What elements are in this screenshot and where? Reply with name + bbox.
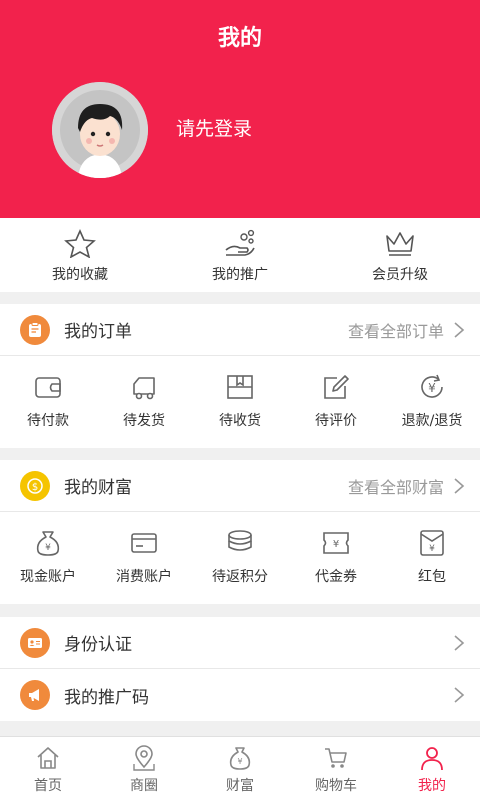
pending-points-label: 待返积分 — [212, 569, 268, 585]
refund-return-label: 退款/退货 — [401, 413, 463, 429]
money-bag-icon: ¥ — [36, 531, 60, 556]
pending-receipt-label: 待收货 — [219, 413, 261, 429]
wallet-icon — [35, 377, 61, 398]
orders-header[interactable]: 我的订单 查看全部订单 — [0, 304, 480, 356]
package-icon — [227, 375, 253, 399]
megaphone-icon — [20, 680, 50, 710]
voucher-button[interactable]: ¥ 代金券 — [288, 512, 384, 604]
orders-grid: 待付款 待发货 待收货 待评价 ¥ 退款/退货 — [0, 356, 480, 448]
clipboard-icon — [20, 314, 50, 345]
id-card-icon — [20, 627, 50, 658]
identity-verification-label: 身份认证 — [64, 635, 132, 655]
cart-icon — [325, 748, 347, 768]
tab-business[interactable]: 商圈 — [96, 737, 192, 800]
cash-account-button[interactable]: ¥ 现金账户 — [0, 512, 96, 604]
pending-payment-button[interactable]: 待付款 — [0, 356, 96, 448]
refund-icon: ¥ — [421, 374, 443, 398]
avatar[interactable] — [52, 82, 148, 178]
favorites-button[interactable]: 我的收藏 — [0, 218, 160, 292]
all-orders-link[interactable]: 查看全部订单 — [348, 318, 444, 342]
cash-account-label: 现金账户 — [20, 569, 76, 585]
profile-header: 我的 请先登录 — [0, 0, 480, 218]
chevron-right-icon — [454, 321, 465, 338]
member-upgrade-button[interactable]: 会员升级 — [320, 218, 480, 292]
consumption-account-label: 消费账户 — [116, 569, 172, 585]
svg-text:¥: ¥ — [45, 543, 51, 553]
pending-review-button[interactable]: 待评价 — [288, 356, 384, 448]
chevron-right-icon — [454, 634, 465, 651]
wealth-header[interactable]: $ 我的财富 查看全部财富 — [0, 460, 480, 512]
money-bag-icon: ¥ — [229, 747, 251, 770]
login-prompt[interactable]: 请先登录 — [176, 114, 252, 141]
pending-shipment-button[interactable]: 待发货 — [96, 356, 192, 448]
pending-payment-label: 待付款 — [27, 413, 69, 429]
pending-shipment-label: 待发货 — [123, 413, 165, 429]
tab-mine-label: 我的 — [418, 778, 446, 794]
tab-cart[interactable]: 购物车 — [288, 737, 384, 800]
quick-actions: 我的收藏 我的推广 会员升级 — [0, 218, 480, 292]
tab-mine[interactable]: 我的 — [384, 737, 480, 800]
coin-stack-icon — [228, 530, 252, 551]
pending-review-label: 待评价 — [315, 413, 357, 429]
page-title: 我的 — [217, 26, 262, 51]
svg-text:¥: ¥ — [428, 381, 436, 395]
voucher-label: 代金券 — [315, 569, 357, 585]
identity-verification-row[interactable]: 身份认证 — [0, 617, 480, 669]
edit-icon — [324, 375, 349, 399]
red-packet-button[interactable]: ¥ 红包 — [384, 512, 480, 604]
wealth-grid: ¥ 现金账户 消费账户 待返积分 ¥ 代金券 ¥ 红包 — [0, 512, 480, 604]
promotion-label: 我的推广 — [212, 267, 268, 283]
chevron-right-icon — [454, 477, 465, 494]
refund-return-button[interactable]: ¥ 退款/退货 — [384, 356, 480, 448]
star-icon — [64, 229, 96, 258]
user-icon — [421, 747, 443, 771]
tab-business-label: 商圈 — [130, 778, 158, 794]
svg-text:$: $ — [32, 482, 38, 493]
home-icon — [37, 747, 59, 769]
member-upgrade-label: 会员升级 — [372, 267, 428, 283]
map-pin-icon — [133, 745, 155, 771]
avatar-illustration-icon — [52, 82, 148, 178]
promo-code-row[interactable]: 我的推广码 — [0, 669, 480, 721]
tab-home-label: 首页 — [34, 778, 62, 794]
truck-icon — [133, 377, 155, 400]
pending-points-button[interactable]: 待返积分 — [192, 512, 288, 604]
tab-home[interactable]: 首页 — [0, 737, 96, 800]
all-wealth-link[interactable]: 查看全部财富 — [348, 474, 444, 498]
red-packet-icon: ¥ — [420, 530, 444, 556]
tab-wealth[interactable]: ¥ 财富 — [192, 737, 288, 800]
voucher-icon: ¥ — [323, 532, 349, 554]
share-hand-icon — [225, 229, 255, 256]
favorites-label: 我的收藏 — [52, 267, 108, 283]
consumption-account-button[interactable]: 消费账户 — [96, 512, 192, 604]
svg-text:¥: ¥ — [429, 544, 435, 554]
settings-list: 身份认证 我的推广码 — [0, 617, 480, 721]
crown-icon — [386, 232, 414, 256]
wealth-card: $ 我的财富 查看全部财富 ¥ 现金账户 消费账户 待返积分 ¥ 代金券 ¥ 红… — [0, 460, 480, 604]
red-packet-label: 红包 — [418, 569, 446, 585]
chevron-right-icon — [454, 687, 465, 703]
bottom-tab-bar: 首页 商圈 ¥ 财富 购物车 我的 — [0, 736, 480, 800]
tab-cart-label: 购物车 — [315, 778, 357, 794]
card-icon — [131, 533, 157, 553]
tab-wealth-label: 财富 — [226, 778, 254, 794]
svg-text:¥: ¥ — [333, 539, 339, 550]
wealth-title: 我的财富 — [64, 478, 132, 498]
promotion-button[interactable]: 我的推广 — [160, 218, 320, 292]
pending-receipt-button[interactable]: 待收货 — [192, 356, 288, 448]
svg-text:¥: ¥ — [237, 757, 242, 766]
orders-title: 我的订单 — [64, 322, 132, 342]
coin-icon: $ — [20, 470, 50, 501]
promo-code-label: 我的推广码 — [64, 687, 149, 708]
orders-card: 我的订单 查看全部订单 待付款 待发货 待收货 待评价 ¥ 退款/退货 — [0, 304, 480, 448]
